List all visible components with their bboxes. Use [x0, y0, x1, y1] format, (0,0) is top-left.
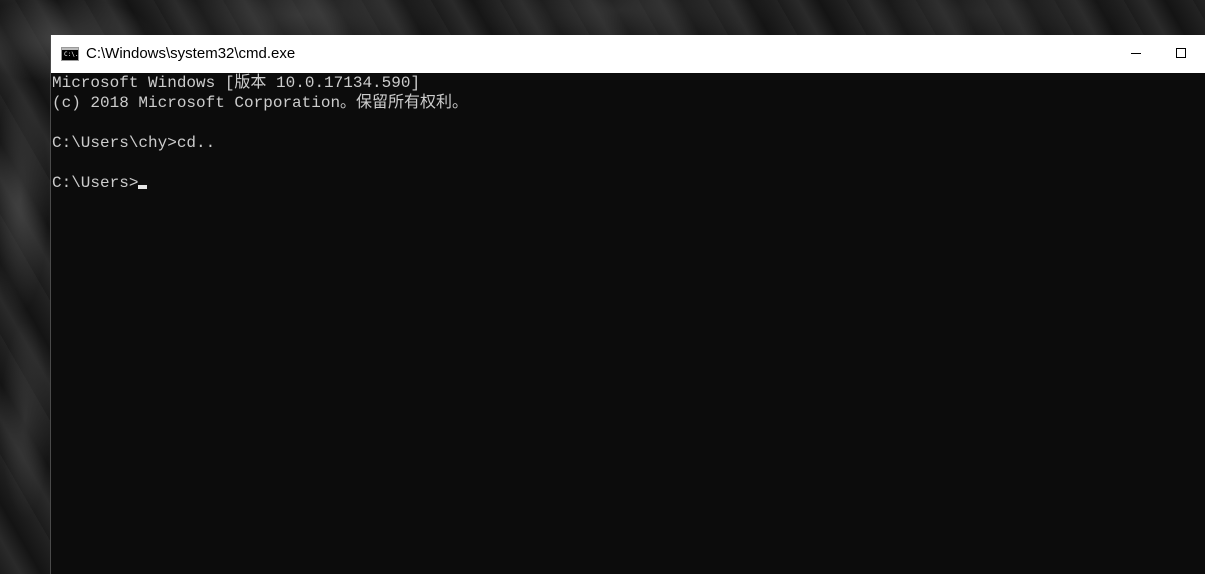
title-bar[interactable]: C:\. C:\Windows\system32\cmd.exe — [51, 35, 1205, 73]
console-prompt: C:\Users> — [52, 174, 139, 192]
minimize-icon — [1131, 53, 1141, 54]
cmd-app-icon-label: C:\. — [64, 51, 79, 58]
cmd-window[interactable]: C:\. C:\Windows\system32\cmd.exe Microso… — [50, 35, 1205, 574]
maximize-button[interactable] — [1159, 35, 1205, 73]
console-line-version: Microsoft Windows [版本 10.0.17134.590] — [52, 74, 421, 92]
window-title: C:\Windows\system32\cmd.exe — [86, 45, 296, 62]
console-line-command: C:\Users\chy>cd.. — [52, 134, 216, 152]
text-cursor — [138, 185, 148, 189]
cmd-app-icon[interactable]: C:\. — [61, 47, 79, 61]
console-prompt-line[interactable]: C:\Users> — [52, 173, 1205, 193]
maximize-icon — [1176, 48, 1186, 58]
console-line-copyright: (c) 2018 Microsoft Corporation。保留所有权利。 — [52, 94, 469, 112]
console-output[interactable]: Microsoft Windows [版本 10.0.17134.590] (c… — [51, 73, 1205, 574]
minimize-button[interactable] — [1113, 35, 1159, 73]
